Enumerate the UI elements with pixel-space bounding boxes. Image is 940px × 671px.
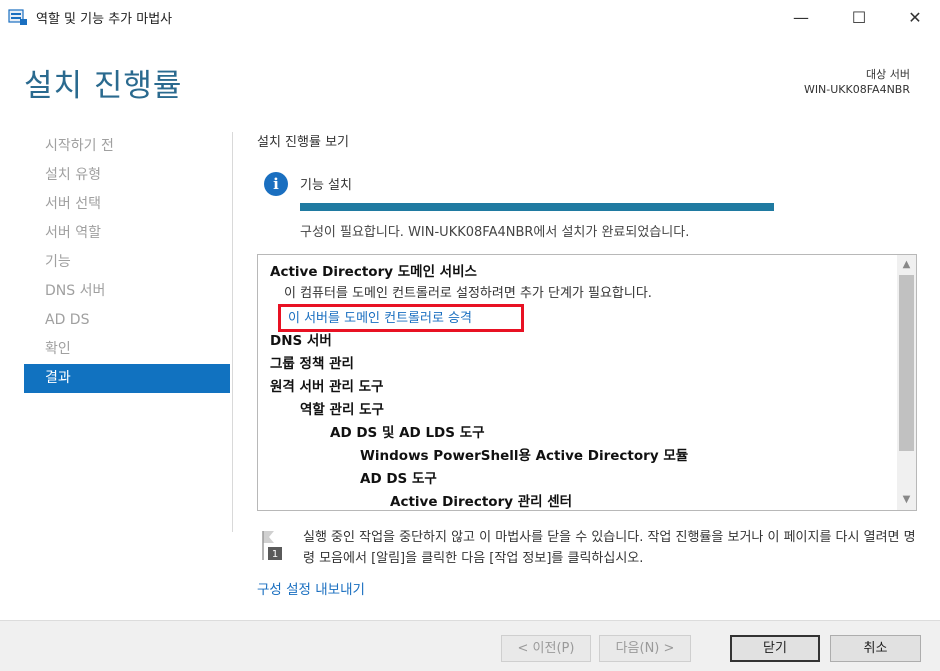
page-title: 설치 진행률 — [24, 68, 183, 104]
next-button[interactable]: 다음(N) > — [599, 635, 691, 662]
close-window-button[interactable]: ✕ — [892, 0, 938, 34]
nav-item-installation-type[interactable]: 설치 유형 — [24, 161, 230, 190]
nav-divider — [232, 132, 233, 532]
title-bar: 역할 및 기능 추가 마법사 — ☐ ✕ — [0, 0, 940, 34]
result-dns-server: DNS 서버 — [270, 333, 332, 349]
wizard-nav: 시작하기 전 설치 유형 서버 선택 서버 역할 기능 DNS 서버 AD DS… — [24, 132, 230, 393]
results-list-box[interactable]: Active Directory 도메인 서비스 이 컴퓨터를 도메인 컨트롤러… — [257, 254, 917, 511]
wizard-footer: < 이전(P) 다음(N) > 닫기 취소 — [0, 620, 940, 671]
highlight-box — [278, 304, 524, 332]
result-adds-tools: AD DS 도구 — [360, 471, 437, 487]
info-icon: i — [264, 172, 288, 196]
result-adds-adlds-tools: AD DS 및 AD LDS 도구 — [330, 425, 485, 441]
scroll-down-icon[interactable]: ▼ — [897, 490, 916, 510]
nav-item-server-roles[interactable]: 서버 역할 — [24, 219, 230, 248]
maximize-button[interactable]: ☐ — [836, 0, 882, 34]
window-title: 역할 및 기능 추가 마법사 — [36, 12, 173, 27]
nav-item-features[interactable]: 기능 — [24, 248, 230, 277]
result-ps-module: Windows PowerShell용 Active Directory 모듈 — [360, 448, 689, 464]
result-group-policy: 그룹 정책 관리 — [270, 356, 354, 372]
notification-flag-icon: 1 — [262, 531, 282, 560]
results-scrollbar[interactable]: ▲ ▼ — [897, 255, 916, 510]
nav-item-confirmation[interactable]: 확인 — [24, 335, 230, 364]
scroll-up-icon[interactable]: ▲ — [897, 255, 916, 275]
results-list: Active Directory 도메인 서비스 이 컴퓨터를 도메인 컨트롤러… — [270, 261, 895, 510]
destination-server-name: WIN-UKK08FA4NBR — [803, 83, 910, 96]
previous-button[interactable]: < 이전(P) — [501, 635, 591, 662]
nav-item-ad-ds[interactable]: AD DS — [24, 306, 230, 335]
nav-item-results[interactable]: 결과 — [24, 364, 230, 393]
promote-link-row: 이 서버를 도메인 컨트롤러로 승격 — [270, 303, 895, 332]
server-manager-icon — [8, 9, 27, 25]
result-adds-note: 이 컴퓨터를 도메인 컨트롤러로 설정하려면 추가 단계가 필요합니다. — [284, 286, 652, 301]
nav-item-server-selection[interactable]: 서버 선택 — [24, 190, 230, 219]
close-button[interactable]: 닫기 — [730, 635, 820, 662]
close-wizard-notice: 실행 중인 작업을 중단하지 않고 이 마법사를 닫을 수 있습니다. 작업 진… — [303, 530, 916, 566]
view-progress-label: 설치 진행률 보기 — [257, 135, 349, 150]
destination-server-label: 대상 서버 — [866, 68, 910, 81]
nav-item-before-you-begin[interactable]: 시작하기 전 — [24, 132, 230, 161]
notification-count-badge: 1 — [272, 549, 278, 560]
nav-item-dns-server[interactable]: DNS 서버 — [24, 277, 230, 306]
installation-status: 구성이 필요합니다. WIN-UKK08FA4NBR에서 설치가 완료되었습니다… — [300, 225, 690, 240]
progress-fill — [300, 203, 774, 211]
result-ad-admin-center: Active Directory 관리 센터 — [390, 494, 573, 510]
cancel-button[interactable]: 취소 — [830, 635, 921, 662]
export-configuration-link[interactable]: 구성 설정 내보내기 — [257, 578, 365, 598]
scroll-thumb[interactable] — [899, 275, 914, 451]
installation-progress-bar — [300, 203, 774, 211]
minimize-button[interactable]: — — [778, 0, 824, 34]
result-role-admin-tools: 역할 관리 도구 — [300, 402, 384, 418]
result-adds-title: Active Directory 도메인 서비스 — [270, 264, 477, 280]
feature-installation-label: 기능 설치 — [300, 178, 352, 193]
result-rsat: 원격 서버 관리 도구 — [270, 379, 384, 395]
